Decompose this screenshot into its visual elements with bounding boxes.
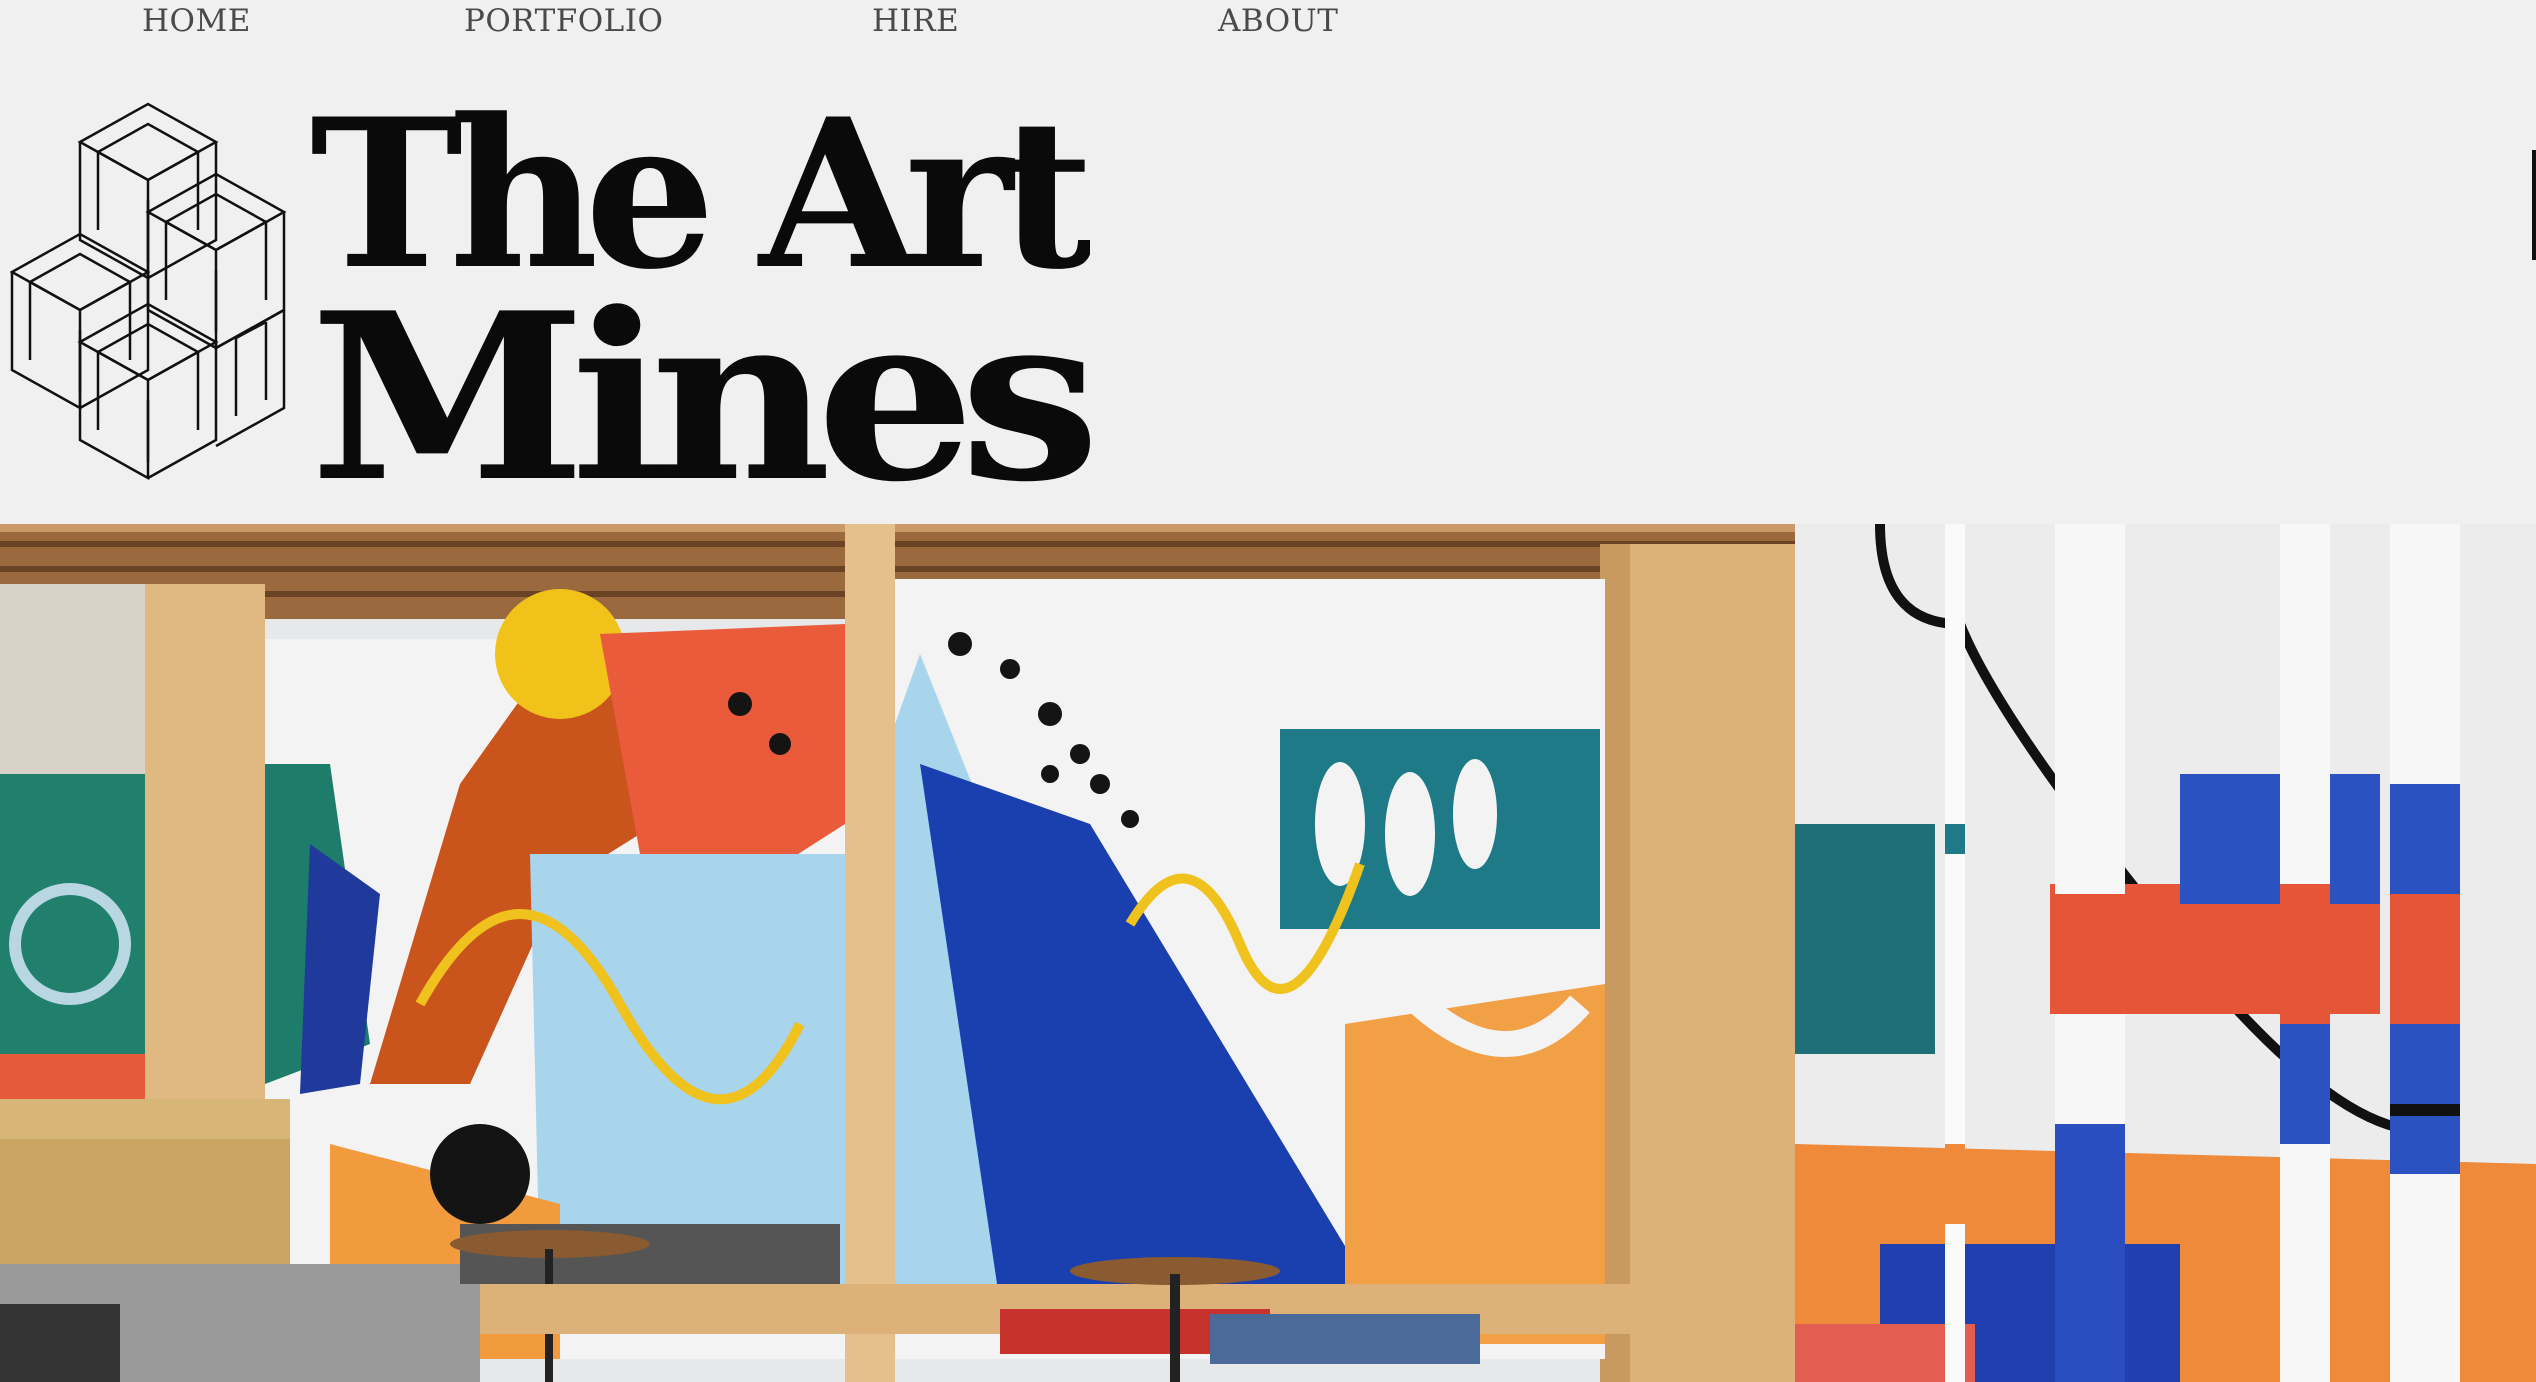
hero-mural-image bbox=[0, 524, 2536, 1382]
isometric-cube-lattice-icon[interactable] bbox=[9, 102, 290, 486]
site-logo-wordmark[interactable]: The Art Mines bbox=[310, 75, 1107, 533]
nav-portfolio-link[interactable]: PORTFOLIO bbox=[464, 0, 663, 42]
edge-divider bbox=[2532, 150, 2536, 260]
nav-hire-link[interactable]: HIRE bbox=[872, 0, 959, 42]
nav-about-link[interactable]: ABOUT bbox=[1218, 0, 1338, 42]
logo-line-2: Mines bbox=[310, 263, 1090, 486]
top-nav: HOME PORTFOLIO HIRE ABOUT bbox=[0, 0, 2536, 52]
nav-home-link[interactable]: HOME bbox=[142, 0, 251, 42]
